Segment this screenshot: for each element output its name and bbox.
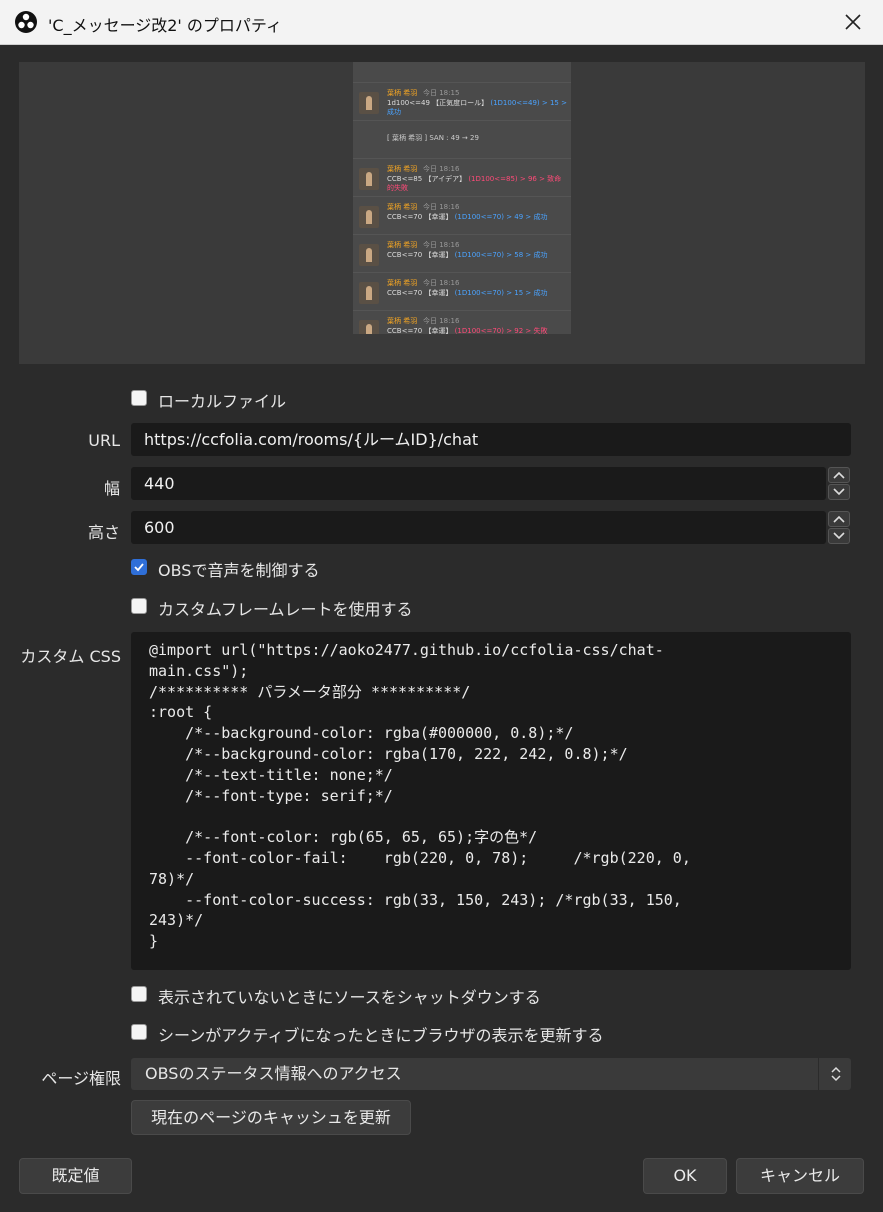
url-label: URL [88,431,120,450]
shutdown-label: 表示されていないときにソースをシャットダウンする [158,988,541,1007]
chat-author: 葉柄 希羽 [387,279,418,287]
chat-message: [ 葉柄 希羽 ] SAN : 49 → 29 [353,121,571,159]
height-label: 高さ [87,523,120,542]
properties-dialog: 葉柄 希羽 今日 18:15 1d100<=49 【正気度ロール】 (1D100<=… [0,45,883,1212]
custom-css-label: カスタム CSS [20,647,121,666]
avatar [359,244,379,266]
avatar [359,320,379,334]
ok-button[interactable]: OK [643,1158,727,1194]
width-decrement-button[interactable] [828,484,850,500]
chat-text: [ 葉柄 希羽 ] SAN : 49 → 29 [387,134,479,142]
chat-author: 葉柄 希羽 [387,241,418,249]
avatar [359,92,379,114]
chat-time: 今日 18:16 [423,279,460,287]
title-bar: 'C_メッセージ改2' のプロパティ [0,0,883,45]
page-permissions-value: OBSのステータス情報へのアクセス [145,1064,402,1083]
obs-audio-checkbox[interactable] [131,559,147,575]
height-increment-button[interactable] [828,511,850,527]
chat-dice-result: (1D100<=70) > 49 > 成功 [454,213,548,221]
chat-author: 葉柄 希羽 [387,203,418,211]
close-icon[interactable] [841,10,865,34]
chat-message: 葉柄 希羽 今日 18:15 1d100<=49 【正気度ロール】 (1D100<=… [353,83,571,121]
url-input[interactable]: https://ccfolia.com/rooms/{ルームID}/chat [131,423,851,456]
chat-text: CCB<=70 【幸運】 (1D100<=70) > 15 > 成功 [387,289,548,297]
page-permissions-label: ページ権限 [41,1069,121,1088]
chat-dice-result: (1D100<=85) > 96 > 致命的失敗 [387,175,562,192]
checkmark-icon [134,563,144,572]
width-label: 幅 [103,479,120,498]
chat-dice-result: (1D100<=70) > 92 > 失敗 [454,327,548,334]
avatar [359,206,379,228]
width-increment-button[interactable] [828,467,850,483]
refresh-cache-button[interactable]: 現在のページのキャッシュを更新 [131,1100,411,1135]
obs-logo-icon [15,11,37,33]
avatar [359,282,379,304]
width-input[interactable]: 440 [131,467,826,500]
chat-preview: 葉柄 希羽 今日 18:15 1d100<=49 【正気度ロール】 (1D100<=… [353,62,571,334]
chat-author: 葉柄 希羽 [387,89,418,97]
chat-author: 葉柄 希羽 [387,165,418,173]
cancel-button[interactable]: キャンセル [736,1158,864,1194]
chat-message [353,62,571,83]
chevron-up-icon [833,515,845,523]
chat-time: 今日 18:16 [423,203,460,211]
refresh-on-active-label: シーンがアクティブになったときにブラウザの表示を更新する [158,1026,604,1045]
updown-chevron-icon [831,1066,841,1082]
chat-message: 葉柄 希羽 今日 18:16 CCB<=70 【幸運】 (1D100<=70) > … [353,311,571,334]
defaults-button[interactable]: 既定値 [19,1158,132,1194]
window-title: 'C_メッセージ改2' のプロパティ [48,16,282,35]
browser-preview: 葉柄 希羽 今日 18:15 1d100<=49 【正気度ロール】 (1D100<=… [19,62,865,364]
avatar [359,168,379,190]
chat-text: CCB<=70 【幸運】 (1D100<=70) > 49 > 成功 [387,213,548,221]
chat-dice-result: (1D100<=70) > 58 > 成功 [454,251,548,259]
local-file-label: ローカルファイル [158,392,287,411]
shutdown-checkbox[interactable] [131,986,147,1002]
chevron-down-icon [833,532,845,540]
select-divider [818,1058,819,1090]
obs-audio-label: OBSで音声を制御する [158,561,320,580]
refresh-on-active-checkbox[interactable] [131,1024,147,1040]
chat-dice-result: (1D100<=49) > 15 > 成功 [387,99,567,116]
chat-text: CCB<=85 【アイデア】 (1D100<=85) > 96 > 致命的失敗 [387,175,562,192]
chat-time: 今日 18:16 [423,241,460,249]
custom-css-editor[interactable]: @import url("https://aoko2477.github.io/… [131,632,851,970]
chat-author: 葉柄 希羽 [387,317,418,325]
chat-time: 今日 18:16 [423,317,460,325]
chevron-down-icon [833,488,845,496]
chat-time: 今日 18:16 [423,165,460,173]
chat-text: 1d100<=49 【正気度ロール】 (1D100<=49) > 15 > 成功 [387,99,567,116]
height-input[interactable]: 600 [131,511,826,544]
chat-message: 葉柄 希羽 今日 18:16 CCB<=70 【幸運】 (1D100<=70) > … [353,273,571,311]
chat-text: CCB<=70 【幸運】 (1D100<=70) > 58 > 成功 [387,251,548,259]
height-decrement-button[interactable] [828,528,850,544]
local-file-checkbox[interactable] [131,390,147,406]
chat-text: CCB<=70 【幸運】 (1D100<=70) > 92 > 失敗 [387,327,548,334]
custom-fps-label: カスタムフレームレートを使用する [158,600,413,619]
chat-time: 今日 18:15 [423,89,460,97]
chat-dice-result: (1D100<=70) > 15 > 成功 [454,289,548,297]
chat-message: 葉柄 希羽 今日 18:16 CCB<=70 【幸運】 (1D100<=70) > … [353,235,571,273]
page-permissions-select[interactable]: OBSのステータス情報へのアクセス [131,1058,851,1090]
chevron-up-icon [833,471,845,479]
chat-message: 葉柄 希羽 今日 18:16 CCB<=85 【アイデア】 (1D100<=85) … [353,159,571,197]
chat-message: 葉柄 希羽 今日 18:16 CCB<=70 【幸運】 (1D100<=70) > … [353,197,571,235]
custom-fps-checkbox[interactable] [131,598,147,614]
